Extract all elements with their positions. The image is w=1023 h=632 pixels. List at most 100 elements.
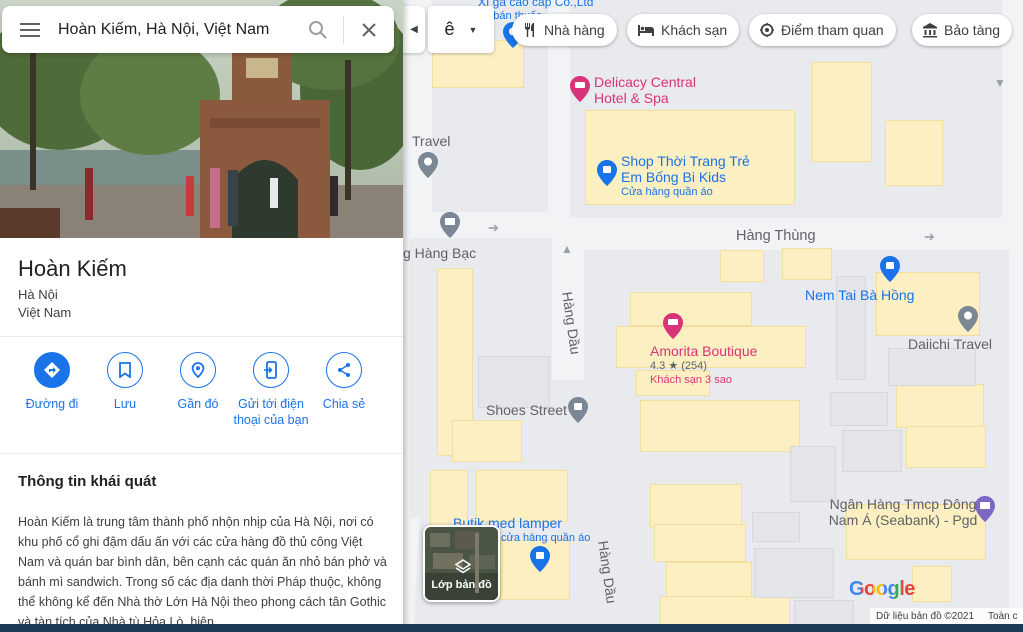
action-label: Gần đó — [177, 397, 219, 411]
road-label-hang-thung: Hàng Thùng — [736, 228, 816, 244]
google-logo-text: Google — [849, 578, 915, 600]
poi-shoes-street[interactable]: Shoes Street — [486, 402, 567, 418]
directions-button[interactable]: Đường đi — [12, 352, 92, 412]
building-gray — [754, 548, 834, 598]
chip-hotels[interactable]: Khách sạn — [627, 14, 740, 46]
place-subtitle-country: Việt Nam — [18, 305, 72, 320]
oneway-arrow-icon: ▼ — [994, 76, 1006, 90]
oneway-arrow-icon: ▲ — [561, 242, 573, 256]
oneway-arrow-icon: ➔ — [924, 229, 935, 244]
building — [452, 420, 522, 462]
shop-pin-icon[interactable] — [530, 546, 550, 572]
poi-name: Ngân Hàng Tmcp Đông Nam Á (Seabank) - Pg… — [828, 496, 978, 528]
building — [782, 248, 832, 280]
nearby-icon — [180, 352, 216, 388]
road-label-hang-bac: g Hàng Bạc — [403, 245, 477, 261]
building — [912, 566, 952, 602]
poi-delicacy-hotel[interactable]: Delicacy Central Hotel & Spa — [594, 74, 724, 106]
poi-travel[interactable]: Travel — [412, 133, 450, 149]
chip-restaurants[interactable]: Nhà hàng — [512, 14, 617, 46]
terms-link[interactable]: Toàn c — [988, 611, 1017, 622]
building-gray — [790, 446, 836, 502]
building-gray — [752, 512, 800, 542]
language-label: ê — [444, 19, 455, 39]
building — [666, 562, 752, 598]
bank-pin-icon[interactable] — [975, 496, 995, 522]
save-button[interactable]: Lưu — [85, 352, 165, 412]
travel-pin-icon[interactable] — [958, 306, 978, 332]
hotel-icon — [638, 25, 654, 36]
poi-daiichi[interactable]: Daiichi Travel — [908, 336, 992, 352]
about-heading: Thông tin khái quát — [18, 473, 157, 490]
place-subtitle-city: Hà Nội — [18, 287, 58, 302]
nearby-button[interactable]: Gần đó — [158, 352, 238, 412]
poi-name: Daiichi Travel — [908, 336, 993, 352]
poi-name: Delicacy Central Hotel & Spa — [594, 74, 696, 106]
poi-amorita[interactable]: Amorita Boutique 4.3 ★ (254) Khách sạn 3… — [650, 343, 757, 387]
action-label: Đường đi — [25, 397, 79, 411]
menu-button[interactable] — [2, 6, 58, 53]
building — [896, 384, 984, 428]
poi-name: Nem Tai Bà Hồng — [805, 287, 915, 303]
send-to-phone-icon — [253, 352, 289, 388]
action-label: Chia sẻ — [322, 397, 366, 411]
shop-pin-icon[interactable] — [880, 256, 900, 282]
building — [906, 426, 986, 468]
poi-nem-tai[interactable]: Nem Tai Bà Hồng — [805, 287, 914, 303]
building — [720, 250, 764, 282]
search-input[interactable]: Hoàn Kiếm, Hà Nội, Việt Nam — [58, 21, 293, 39]
action-buttons: Đường đi Lưu Gần đó Gửi tới điện thoại c… — [14, 352, 394, 452]
chip-label: Điểm tham quan — [781, 22, 884, 38]
action-label: Gửi tới điện thoại của bạn — [233, 397, 309, 427]
search-button[interactable] — [293, 6, 343, 53]
language-selector[interactable]: ê ▼ — [428, 6, 494, 53]
chip-label: Bảo tàng — [944, 22, 1001, 38]
poi-name: Shop Thời Trang Trẻ Em Bống Bi Kids — [621, 153, 750, 185]
map-footer: Dữ liệu bản đồ ©2021 Toàn c — [870, 608, 1023, 624]
share-icon — [326, 352, 362, 388]
road-label-hang-dau: Hàng Dầu — [559, 290, 584, 356]
museum-pin-icon[interactable] — [440, 212, 460, 238]
poi-shop-thoi-trang[interactable]: Shop Thời Trang Trẻ Em Bống Bi Kids Cửa … — [621, 153, 761, 199]
chip-label: Khách sạn — [661, 22, 728, 38]
action-label: Lưu — [113, 397, 137, 411]
chip-label: Nhà hàng — [544, 22, 605, 38]
building — [812, 62, 872, 162]
collapse-panel-button[interactable]: ◀ — [403, 6, 425, 53]
os-taskbar — [0, 624, 1023, 632]
place-panel: Hoàn Kiếm, Hà Nội, Việt Nam Hoàn Kiếm Hà… — [0, 0, 403, 632]
layers-icon — [455, 559, 471, 574]
chevron-left-icon: ◀ — [410, 24, 418, 35]
chip-museums[interactable]: Bảo tàng — [912, 14, 1013, 46]
building — [650, 484, 742, 528]
poi-name: Shoes Street — [486, 402, 567, 418]
building-gray — [478, 356, 550, 408]
chip-attractions[interactable]: Điểm tham quan — [749, 14, 896, 46]
shop-pin-icon[interactable] — [597, 160, 617, 186]
map-layers-button[interactable]: Lớp bản đồ — [423, 525, 500, 602]
poi-category: Cửa hàng quần áo — [621, 186, 713, 198]
about-description: Hoàn Kiếm là trung tâm thành phố nhộn nh… — [18, 515, 387, 629]
building-gray — [830, 392, 888, 426]
restaurant-icon — [525, 23, 534, 37]
search-box[interactable]: Hoàn Kiếm, Hà Nội, Việt Nam — [2, 6, 394, 53]
museum-icon — [923, 23, 937, 38]
poi-name: Travel — [412, 133, 451, 149]
hotel-pin-icon[interactable] — [663, 313, 683, 339]
travel-pin-icon[interactable] — [418, 152, 438, 178]
poi-ngan-hang[interactable]: Ngân Hàng Tmcp Đông Nam Á (Seabank) - Pg… — [828, 496, 978, 528]
send-to-phone-button[interactable]: Gửi tới điện thoại của bạn — [231, 352, 311, 428]
hotel-pin-icon[interactable] — [570, 76, 590, 102]
share-button[interactable]: Chia sẻ — [304, 352, 384, 412]
clear-search-button[interactable] — [344, 6, 394, 53]
layer-label: Lớp bản đồ — [431, 579, 492, 591]
building — [630, 292, 752, 326]
caret-down-icon: ▼ — [468, 24, 478, 35]
map-data-attribution[interactable]: Dữ liệu bản đồ ©2021 — [876, 611, 974, 622]
shop-pin-icon[interactable] — [568, 397, 588, 423]
google-logo: Google — [849, 578, 915, 601]
attraction-icon — [760, 23, 774, 37]
oneway-arrow-icon: ➔ — [488, 220, 499, 235]
directions-icon — [34, 352, 70, 388]
hamburger-icon — [20, 22, 40, 37]
